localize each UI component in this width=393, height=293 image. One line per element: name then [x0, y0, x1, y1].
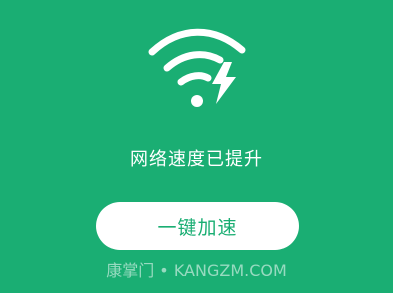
wifi-lightning-icon [148, 28, 246, 107]
speed-boost-screen: 网络速度已提升 一键加速 康掌门 • KANGZM.COM [0, 0, 393, 293]
status-message: 网络速度已提升 [130, 149, 263, 170]
watermark: 康掌门 • KANGZM.COM [106, 261, 287, 280]
one-click-boost-button[interactable]: 一键加速 [96, 202, 299, 250]
